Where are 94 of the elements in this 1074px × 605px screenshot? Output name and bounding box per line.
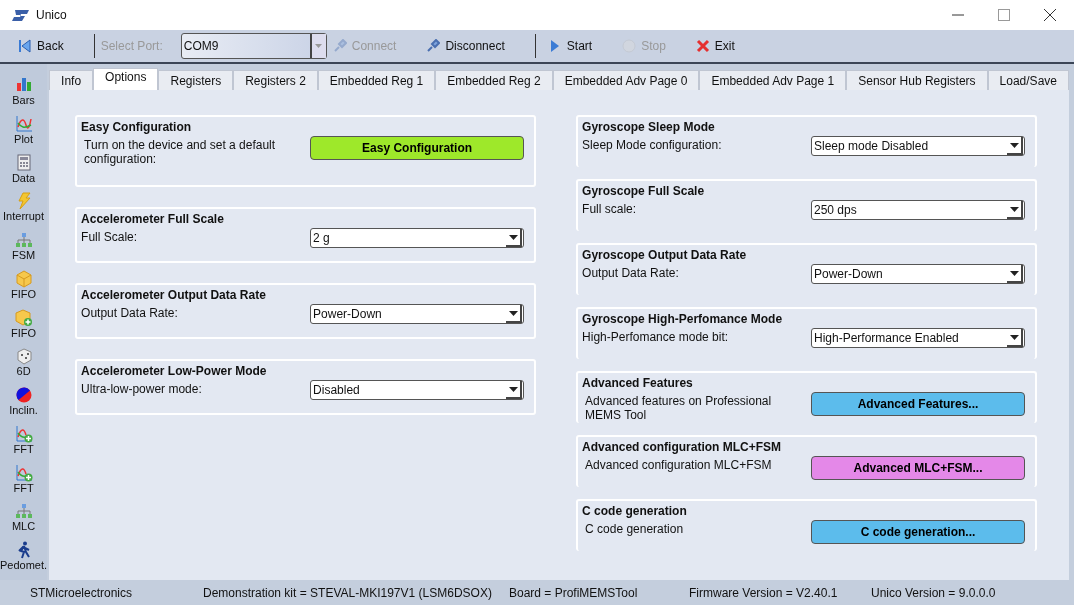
field-label: Ultra-low-power mode: [81, 381, 203, 396]
group-title: Gyroscope Sleep Mode [582, 120, 716, 134]
group-title: Advanced configuration MLC+FSM [582, 440, 783, 454]
sidebar-item[interactable]: 6D [14, 347, 33, 387]
caret-icon [508, 310, 518, 316]
line-chart-icon [14, 114, 33, 133]
field-label: Output Data Rate: [582, 265, 680, 280]
logo-icon [12, 9, 30, 21]
sidebar-item[interactable]: MLC [11, 502, 36, 542]
dice-icon [14, 347, 33, 366]
status-text: Board = ProfiMEMSTool [509, 585, 639, 600]
dropdown[interactable]: Sleep mode Disabled [811, 136, 1025, 156]
sidebar-item[interactable]: Bars [12, 76, 35, 115]
window-title: Unico [36, 8, 67, 22]
field-label: Full Scale: [81, 229, 139, 244]
close-icon[interactable] [1044, 9, 1056, 21]
dropdown[interactable]: 2 g [310, 228, 525, 248]
caret-icon [508, 234, 518, 240]
sidebar-item[interactable]: Data [11, 153, 36, 193]
caret-icon [508, 386, 518, 392]
toolbar-button[interactable]: Start [541, 39, 599, 53]
hierarchy-icon [14, 502, 33, 521]
box-plus-icon [14, 308, 33, 327]
tab[interactable]: Embedded Reg 2 [435, 70, 553, 90]
caret-icon [1009, 206, 1019, 212]
port-label: Select Port: [100, 39, 163, 53]
caret-icon [315, 44, 323, 48]
field-label: C code generation [584, 521, 685, 536]
dropdown[interactable]: Power-Down [310, 304, 525, 324]
port-dropdown[interactable]: COM9 [180, 33, 327, 59]
toolbar-button[interactable]: Exit [689, 39, 741, 53]
group-title: Gyroscope High-Perfomance Mode [582, 312, 784, 326]
toolbar-button[interactable]: Back [12, 39, 70, 53]
group-title: Accelerometer Full Scale [81, 212, 225, 226]
sidebar-item[interactable]: Plot [14, 114, 34, 154]
toolbar-button[interactable]: Disconnect [420, 39, 511, 53]
field-label: Sleep Mode configuration: [582, 137, 723, 152]
field-label: Output Data Rate: [81, 305, 179, 320]
tab[interactable]: Load/Save [987, 70, 1069, 90]
sidebar-item[interactable]: Inclin. [9, 386, 38, 425]
group-title: C code generation [582, 504, 688, 518]
close-icon [695, 39, 710, 53]
ball-icon [14, 386, 33, 405]
action-button[interactable]: C code generation... [811, 520, 1025, 544]
action-button[interactable]: Advanced MLC+FSM... [811, 456, 1025, 480]
sidebar-item[interactable]: FFT [13, 424, 34, 464]
group-title: Gyroscope Full Scale [582, 184, 706, 198]
sidebar-item[interactable]: FIFO [11, 308, 37, 348]
status-text: Unico Version = 9.0.0.0 [871, 585, 996, 600]
group-title: Advanced Features [582, 376, 694, 390]
box-icon [14, 269, 33, 288]
calculator-icon [14, 153, 33, 172]
tab[interactable]: Embedded Adv Page 1 [699, 70, 847, 90]
plug-icon [332, 39, 347, 53]
action-button[interactable]: Advanced Features... [811, 392, 1025, 416]
bar-chart-icon [14, 76, 33, 94]
tab[interactable]: Options [93, 68, 159, 90]
tab[interactable]: Embedded Adv Page 0 [552, 70, 700, 90]
sidebar-item[interactable]: FIFO [11, 269, 37, 309]
tab[interactable]: Info [49, 70, 94, 90]
action-button[interactable]: Easy Configuration [310, 136, 525, 160]
group-title: Accelerometer Low-Power Mode [81, 364, 268, 378]
hierarchy-icon [14, 231, 33, 250]
tab[interactable]: Embedded Reg 1 [317, 70, 436, 90]
dropdown[interactable]: 250 dps [811, 200, 1025, 220]
sidebar-item[interactable]: Pedomet. [0, 541, 48, 580]
field-label: Turn on the device and set a default configuration: [83, 137, 277, 166]
field-label: High-Perfomance mode bit: [582, 329, 730, 344]
tab[interactable]: Sensor Hub Registers [846, 70, 988, 90]
dropdown[interactable]: High-Performance Enabled [811, 328, 1025, 348]
tab[interactable]: Registers [158, 70, 234, 90]
caret-icon [1009, 270, 1019, 276]
group-title: Gyroscope Output Data Rate [582, 248, 748, 262]
field-label: Advanced configuration MLC+FSM [584, 457, 773, 472]
line-chart-plus-icon [14, 463, 33, 482]
caret-icon [1009, 334, 1019, 340]
skip-back-icon [18, 39, 32, 53]
group-title: Easy Configuration [81, 120, 193, 134]
sidebar-item[interactable]: FFT [13, 463, 34, 503]
tab[interactable]: Registers 2 [233, 70, 318, 90]
status-text: Demonstration kit = STEVAL-MKI197V1 (LSM6DSOX) [203, 585, 493, 600]
line-chart-plus-icon [14, 424, 33, 443]
sidebar-item[interactable]: FSM [11, 231, 36, 270]
dropdown[interactable]: Power-Down [811, 264, 1025, 284]
dropdown[interactable]: Disabled [310, 380, 525, 400]
status-text: STMicroelectronics [30, 585, 134, 600]
sidebar-item[interactable]: Interrupt [3, 192, 45, 232]
field-label: Advanced features on Professional MEMS Tool [584, 393, 773, 422]
maximize-icon[interactable] [998, 9, 1010, 21]
group-title: Accelerometer Output Data Rate [81, 288, 267, 302]
plug-icon [426, 39, 441, 53]
status-text: Firmware Version = V2.40.1 [689, 585, 839, 600]
field-label: Full scale: [582, 201, 638, 216]
caret-icon [1009, 142, 1019, 148]
